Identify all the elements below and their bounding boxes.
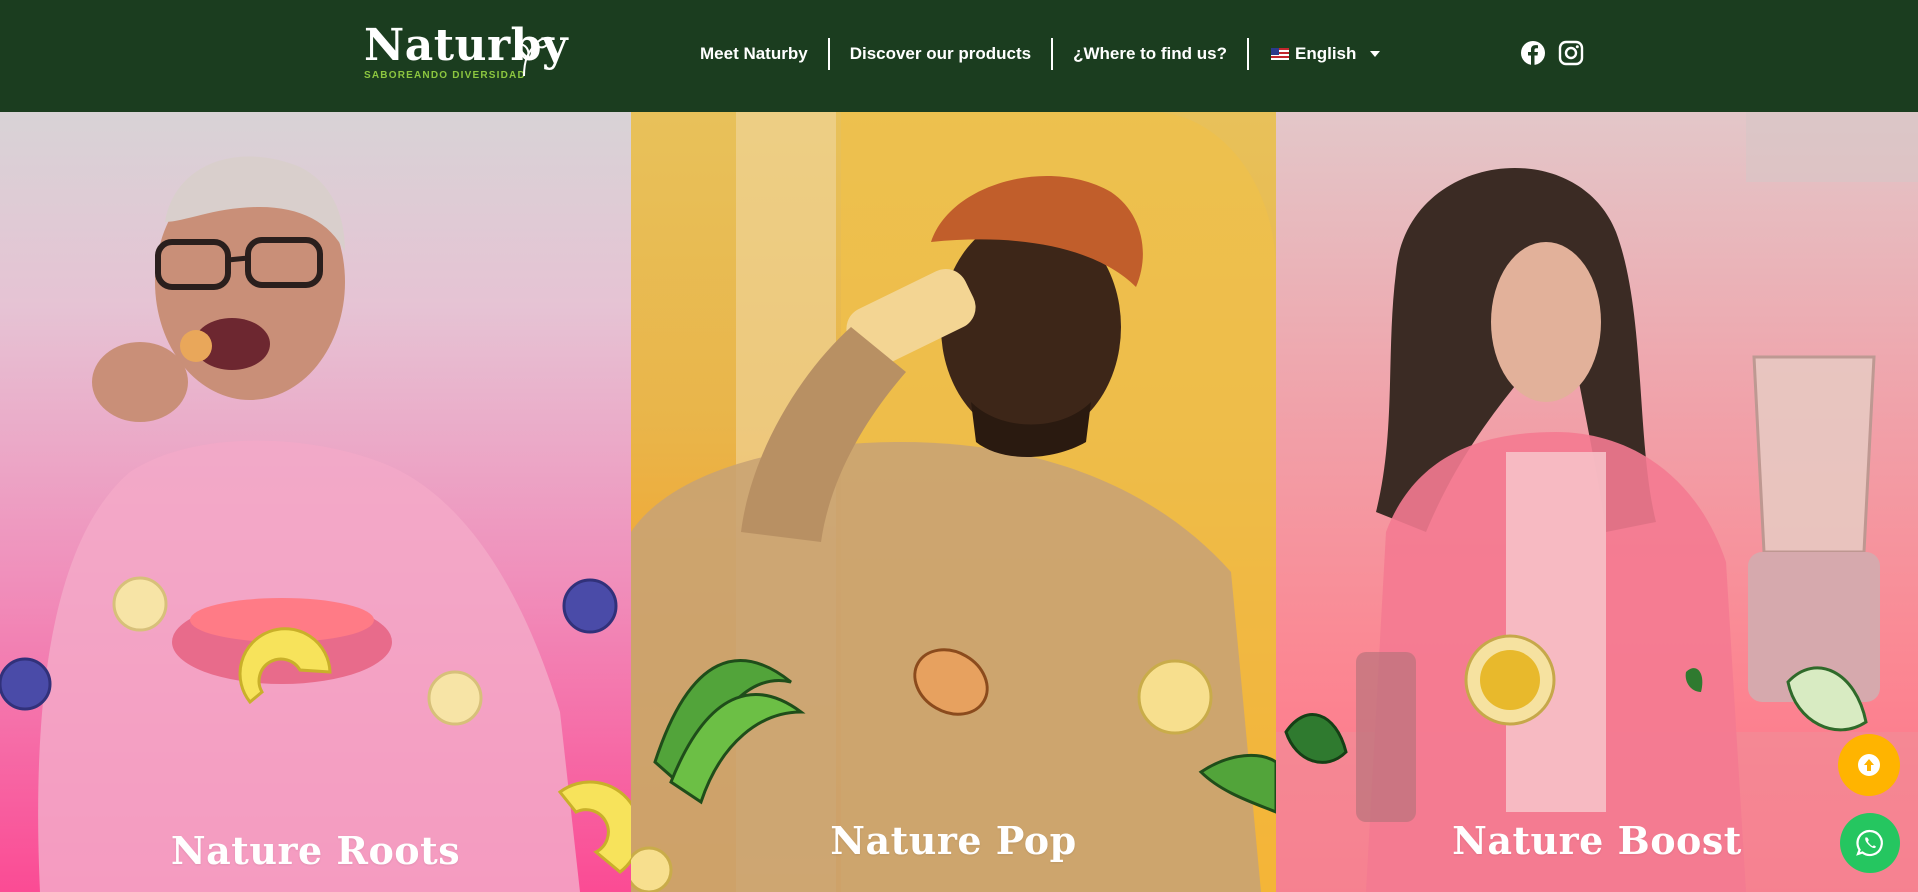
- arrow-up-icon: [1858, 754, 1880, 776]
- main-nav: Meet Naturby Discover our products ¿Wher…: [680, 36, 1381, 72]
- sprout-icon: [516, 36, 552, 77]
- nav-meet-naturby[interactable]: Meet Naturby: [680, 44, 828, 64]
- panel-nature-roots[interactable]: Nature Roots: [0, 112, 631, 892]
- panel-nature-boost[interactable]: Nature Boost: [1276, 112, 1918, 892]
- woman-with-blender-image: [1276, 112, 1918, 892]
- whatsapp-icon: [1856, 829, 1883, 857]
- language-label: English: [1295, 44, 1357, 63]
- panel-title: Nature Roots: [170, 828, 461, 873]
- facebook-icon[interactable]: [1520, 40, 1546, 66]
- language-selector[interactable]: English: [1249, 44, 1381, 64]
- nav-discover-products[interactable]: Discover our products: [830, 44, 1051, 64]
- us-flag-icon: [1271, 48, 1289, 60]
- site-header: Naturby SABOREANDO DIVERSIDAD Meet Natur…: [0, 0, 1918, 112]
- man-eating-chips-image: [0, 156, 631, 892]
- instagram-icon[interactable]: [1558, 40, 1584, 66]
- panel-title: Nature Pop: [830, 818, 1077, 863]
- nav-where-to-find[interactable]: ¿Where to find us?: [1053, 44, 1247, 64]
- panel-title: Nature Boost: [1452, 818, 1742, 863]
- whatsapp-button[interactable]: [1840, 813, 1900, 873]
- chevron-down-icon: [1370, 51, 1381, 57]
- naturby-logo[interactable]: Naturby SABOREANDO DIVERSIDAD: [364, 24, 568, 84]
- scroll-to-top-button[interactable]: [1838, 734, 1900, 796]
- panel-nature-pop[interactable]: Nature Pop: [631, 112, 1276, 892]
- social-links: [1520, 40, 1584, 66]
- man-drinking-smoothie-image: [631, 112, 1276, 892]
- product-lines: Nature Roots Nature Pop Nature Boost: [0, 112, 1918, 892]
